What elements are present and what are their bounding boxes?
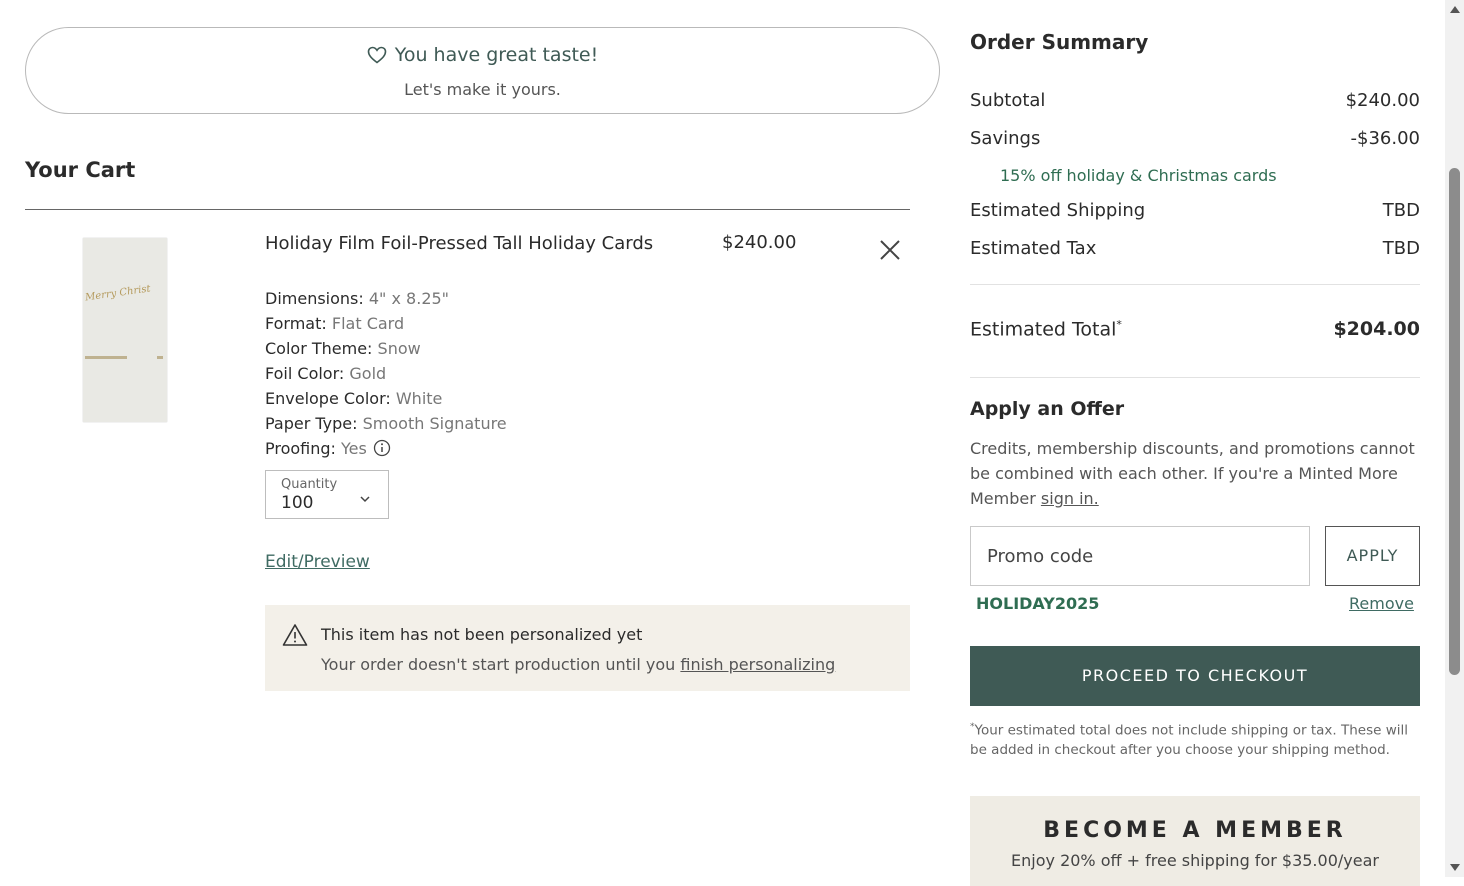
apply-button[interactable]: APPLY <box>1325 526 1420 586</box>
info-icon[interactable] <box>373 439 391 464</box>
tax-value: TBD <box>1382 238 1420 259</box>
total-row: Estimated Total* $204.00 <box>970 318 1420 340</box>
member-subtitle: Enjoy 20% off + free shipping for $35.00… <box>1011 851 1379 870</box>
total-asterisk: * <box>1116 318 1122 331</box>
remove-promo-link[interactable]: Remove <box>1349 594 1414 613</box>
shipping-value: TBD <box>1382 200 1420 221</box>
savings-row: Savings -$36.00 <box>970 128 1420 149</box>
thumbnail-script-text: Merry Christ <box>84 283 152 304</box>
warning-icon <box>282 623 308 651</box>
product-name[interactable]: Holiday Film Foil-Pressed Tall Holiday C… <box>265 230 685 257</box>
remove-item-button[interactable] <box>878 238 902 262</box>
member-title: BECOME A MEMBER <box>1043 818 1347 843</box>
attr-dimensions: Dimensions: 4" x 8.25" <box>265 289 450 308</box>
cart-divider <box>25 209 910 210</box>
applied-promo-code: HOLIDAY2025 <box>976 594 1100 613</box>
thumbnail-detail <box>85 356 127 359</box>
scroll-up-arrow-icon[interactable] <box>1450 6 1460 13</box>
product-thumbnail[interactable]: Merry Christ <box>83 238 167 422</box>
tax-row: Estimated Tax TBD <box>970 238 1420 259</box>
subtotal-value: $240.00 <box>1345 90 1420 111</box>
shipping-row: Estimated Shipping TBD <box>970 200 1420 221</box>
banner-line2: Let's make it yours. <box>404 80 561 99</box>
savings-value: -$36.00 <box>1350 128 1420 149</box>
total-value: $204.00 <box>1333 318 1420 340</box>
sign-in-link[interactable]: sign in. <box>1041 489 1099 508</box>
apply-offer-title: Apply an Offer <box>970 398 1125 420</box>
proceed-to-checkout-button[interactable]: PROCEED TO CHECKOUT <box>970 646 1420 706</box>
membership-promo[interactable]: BECOME A MEMBER Enjoy 20% off + free shi… <box>970 796 1420 886</box>
scroll-down-arrow-icon[interactable] <box>1450 864 1460 871</box>
product-attributes: Dimensions: 4" x 8.25" Format: Flat Card… <box>265 286 507 464</box>
subtotal-row: Subtotal $240.00 <box>970 90 1420 111</box>
product-price: $240.00 <box>722 232 797 253</box>
chevron-down-icon <box>359 489 371 508</box>
alert-title: This item has not been personalized yet <box>321 625 643 644</box>
finish-personalizing-link[interactable]: finish personalizing <box>680 655 835 674</box>
quantity-value: 100 <box>281 493 314 513</box>
personalization-alert: This item has not been personalized yet … <box>265 605 910 691</box>
shipping-label: Estimated Shipping <box>970 200 1146 221</box>
subtotal-label: Subtotal <box>970 90 1046 111</box>
thumbnail-detail <box>157 356 163 359</box>
order-summary-title: Order Summary <box>970 30 1149 54</box>
attr-foil-color: Foil Color: Gold <box>265 364 387 383</box>
scrollbar-thumb[interactable] <box>1449 168 1460 675</box>
total-label: Estimated Total <box>970 318 1117 341</box>
quantity-select[interactable]: Quantity 100 <box>265 470 389 519</box>
promo-code-input[interactable] <box>970 526 1310 586</box>
heart-icon <box>367 46 387 69</box>
summary-divider <box>970 377 1420 378</box>
tax-label: Estimated Tax <box>970 238 1097 259</box>
cart-title: Your Cart <box>25 158 136 182</box>
attr-proofing: Proofing: Yes <box>265 436 507 464</box>
offer-text: Credits, membership discounts, and promo… <box>970 439 1415 508</box>
alert-body: Your order doesn't start production unti… <box>321 655 836 674</box>
total-disclaimer: *Your estimated total does not include s… <box>970 722 1409 758</box>
edit-preview-link[interactable]: Edit/Preview <box>265 552 370 572</box>
attr-envelope-color: Envelope Color: White <box>265 389 443 408</box>
attr-color-theme: Color Theme: Snow <box>265 339 421 358</box>
close-icon <box>880 240 900 260</box>
savings-label: Savings <box>970 128 1041 149</box>
banner-headline: You have great taste! <box>26 44 939 69</box>
taste-banner: You have great taste! Let's make it your… <box>25 27 940 114</box>
attr-format: Format: Flat Card <box>265 314 405 333</box>
page-scrollbar[interactable] <box>1445 0 1464 877</box>
promo-note: 15% off holiday & Christmas cards <box>1000 166 1277 185</box>
summary-divider <box>970 284 1420 285</box>
banner-line1: You have great taste! <box>394 44 599 66</box>
attr-paper-type: Paper Type: Smooth Signature <box>265 414 507 433</box>
quantity-label: Quantity <box>281 477 338 492</box>
